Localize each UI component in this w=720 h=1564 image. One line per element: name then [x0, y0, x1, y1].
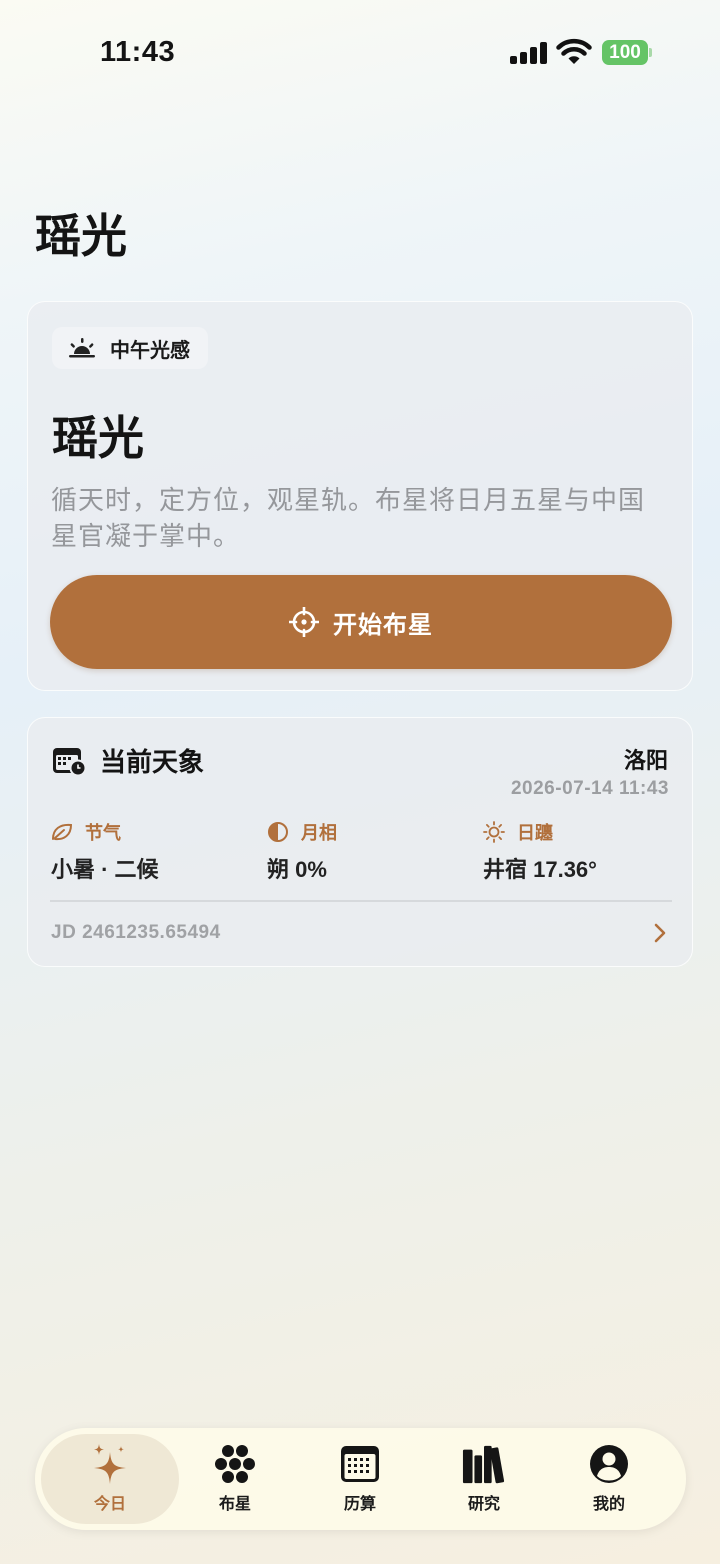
leaf-icon [52, 823, 73, 841]
metric-moon-phase: 月相 朔 0% [267, 821, 337, 884]
status-bar: 11:43 100 [0, 0, 720, 100]
sun-icon [483, 821, 505, 843]
divider [50, 900, 672, 902]
current-sky-card[interactable]: 当前天象 洛阳 2026-07-14 11:43 节气 小暑 · 二候 月相 朔… [27, 717, 693, 967]
tab-stargazing[interactable]: 布星 [166, 1434, 304, 1524]
tab-label: 布星 [218, 1496, 251, 1513]
page-title: 瑶光 [35, 210, 127, 262]
calendar-icon [341, 1446, 379, 1482]
metric-value: 小暑 · 二候 [51, 857, 159, 882]
metric-label: 节气 [85, 823, 121, 843]
hero-card: 中午光感 瑶光 循天时，定方位，观星轨。布星将日月五星与中国星官凝于掌中。 开始… [27, 301, 693, 691]
tab-today[interactable]: 今日 [41, 1434, 179, 1524]
start-stargazing-button[interactable]: 开始布星 [50, 575, 672, 669]
tab-label: 历算 [343, 1496, 376, 1513]
start-button-label: 开始布星 [333, 611, 433, 639]
sparkle-icon [94, 1444, 126, 1484]
battery-icon: 100 [602, 40, 652, 65]
star-cluster-icon [215, 1445, 255, 1483]
julian-date: JD 2461235.65494 [51, 922, 221, 943]
metric-value: 朔 0% [267, 857, 327, 882]
sky-title-row: 当前天象 [52, 742, 204, 779]
tab-research[interactable]: 研究 [415, 1434, 553, 1524]
books-icon [462, 1445, 505, 1484]
chevron-right-icon[interactable] [652, 921, 668, 945]
tab-calendar[interactable]: 历算 [291, 1434, 429, 1524]
tab-bar: 今日 布星 历算 研究 我的 [35, 1428, 686, 1530]
profile-icon [590, 1445, 628, 1483]
location-label: 洛阳 [623, 748, 668, 773]
moon-phase-icon [268, 822, 288, 842]
hero-description: 循天时，定方位，观星轨。布星将日月五星与中国星官凝于掌中。 [51, 485, 646, 551]
sunrise-icon [69, 338, 95, 358]
metric-value: 井宿 17.36° [483, 857, 597, 882]
hero-title: 瑶光 [52, 412, 144, 464]
metric-solar-term: 节气 小暑 · 二候 [51, 821, 159, 884]
tab-profile[interactable]: 我的 [540, 1434, 678, 1524]
metric-label: 月相 [301, 823, 337, 843]
metric-sun-position: 日躔 井宿 17.36° [483, 821, 597, 884]
light-mode-chip: 中午光感 [52, 327, 208, 369]
status-time: 11:43 [100, 36, 176, 68]
tab-label: 今日 [93, 1496, 126, 1513]
battery-level: 100 [602, 40, 648, 65]
sky-title: 当前天象 [100, 747, 205, 777]
wifi-icon [556, 38, 592, 64]
crosshair-icon [289, 607, 319, 637]
tab-label: 我的 [592, 1496, 625, 1513]
tab-label: 研究 [467, 1496, 500, 1513]
calendar-clock-icon [53, 747, 86, 776]
cellular-signal-icon [510, 40, 548, 64]
metric-label: 日躔 [517, 823, 553, 843]
datetime-label: 2026-07-14 11:43 [510, 778, 669, 799]
chip-label: 中午光感 [110, 339, 190, 362]
